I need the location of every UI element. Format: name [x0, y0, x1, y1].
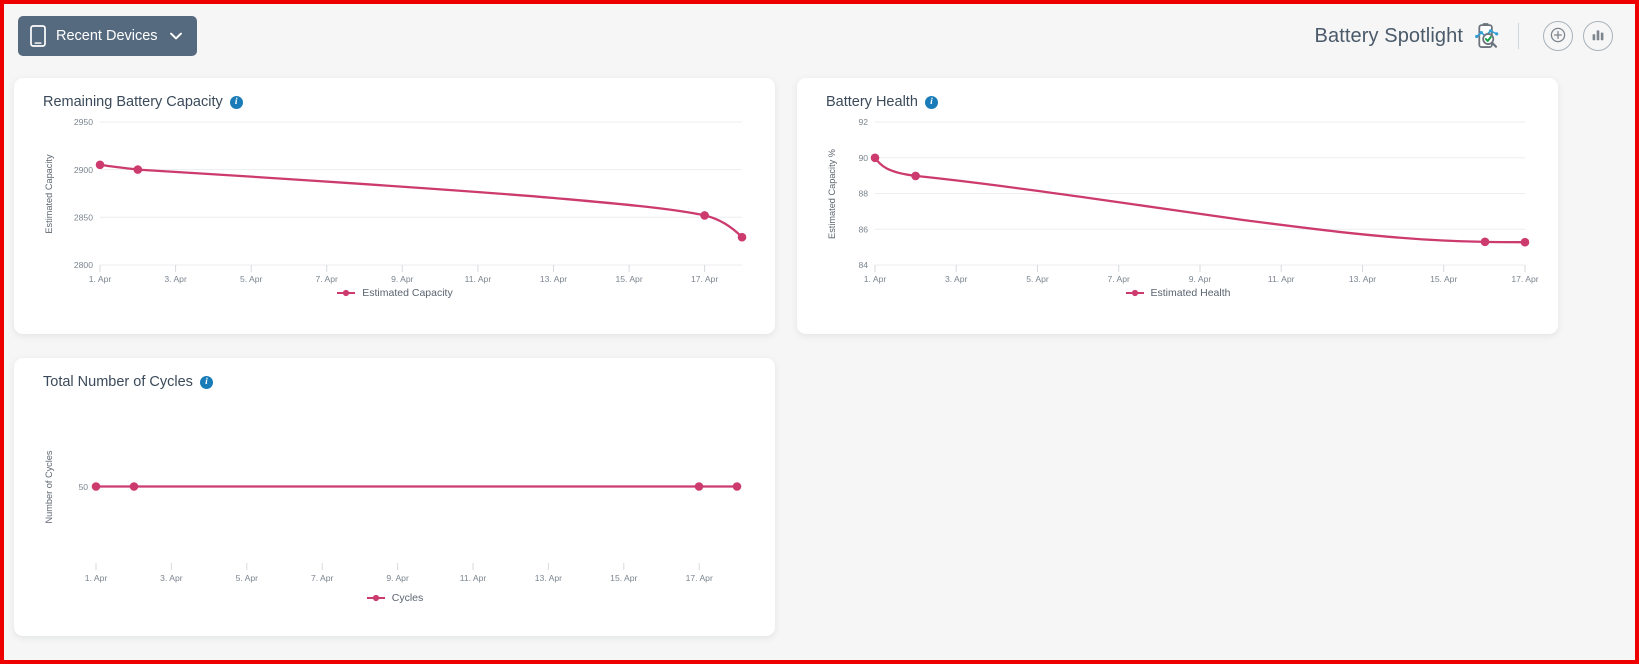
board-row-1: Remaining Battery Capacity i 2950 2900 2…	[14, 78, 1625, 334]
svg-text:2900: 2900	[74, 165, 93, 175]
svg-text:92: 92	[858, 117, 868, 127]
svg-text:7. Apr: 7. Apr	[1107, 274, 1130, 284]
svg-text:11. Apr: 11. Apr	[460, 573, 487, 583]
svg-text:90: 90	[858, 153, 868, 163]
svg-text:11. Apr: 11. Apr	[465, 274, 492, 284]
svg-text:17. Apr: 17. Apr	[686, 573, 713, 583]
data-point	[700, 211, 709, 220]
svg-text:3. Apr: 3. Apr	[164, 274, 187, 284]
svg-text:17. Apr: 17. Apr	[1511, 274, 1538, 284]
chart-battery-health: 92 90 88 86 84 Estimated Capacity % 1. A…	[813, 110, 1542, 285]
svg-text:50: 50	[78, 482, 88, 492]
legend-label: Estimated Capacity	[362, 287, 453, 299]
svg-text:15. Apr: 15. Apr	[610, 573, 637, 583]
svg-text:9. Apr: 9. Apr	[1189, 274, 1212, 284]
bar-chart-button[interactable]	[1583, 21, 1613, 51]
svg-text:3. Apr: 3. Apr	[945, 274, 968, 284]
data-point	[732, 482, 742, 491]
toolbar-divider	[1518, 23, 1519, 49]
add-circle-icon	[1549, 26, 1567, 47]
svg-text:5. Apr: 5. Apr	[240, 274, 263, 284]
bar-chart-icon	[1589, 26, 1607, 47]
card-title: Battery Health	[826, 94, 918, 110]
svg-text:5. Apr: 5. Apr	[1026, 274, 1049, 284]
app-screen: Recent Devices Battery Spotlight Remaini…	[0, 0, 1639, 664]
legend-marker	[366, 593, 386, 603]
svg-text:17. Apr: 17. Apr	[691, 274, 718, 284]
svg-text:15. Apr: 15. Apr	[1430, 274, 1457, 284]
card-title: Remaining Battery Capacity	[43, 94, 223, 110]
board-row-2: Total Number of Cycles i 50 Number of Cy…	[14, 358, 1625, 636]
svg-text:2950: 2950	[74, 117, 93, 127]
card-title: Total Number of Cycles	[43, 374, 193, 390]
svg-text:11. Apr: 11. Apr	[1268, 274, 1295, 284]
chart-legend: Estimated Capacity	[30, 287, 759, 299]
info-icon[interactable]: i	[199, 375, 213, 389]
svg-text:84: 84	[858, 260, 868, 270]
chart-remaining-battery-capacity: 2950 2900 2850 2800 Estimated Capacity 1…	[30, 110, 759, 285]
legend-label: Estimated Health	[1150, 287, 1231, 299]
chart-legend: Cycles	[30, 592, 759, 604]
data-point	[133, 165, 143, 174]
info-icon[interactable]: i	[229, 95, 243, 109]
capacity-plot-svg: 2950 2900 2850 2800 Estimated Capacity 1…	[44, 117, 747, 284]
svg-text:88: 88	[858, 189, 868, 199]
svg-text:3. Apr: 3. Apr	[160, 573, 183, 583]
svg-text:2800: 2800	[74, 260, 93, 270]
svg-text:Number of Cycles: Number of Cycles	[44, 450, 54, 523]
data-point	[95, 160, 105, 170]
card-remaining-battery-capacity: Remaining Battery Capacity i 2950 2900 2…	[14, 78, 775, 334]
data-point	[911, 171, 920, 181]
svg-text:7. Apr: 7. Apr	[311, 573, 334, 583]
cycles-plot-svg: 50 Number of Cycles 1. Apr 3. Apr 5. Apr…	[44, 450, 742, 583]
chart-legend: Estimated Health	[813, 287, 1542, 299]
card-battery-health: Battery Health i 92 90 88 86 84 Estimate…	[797, 78, 1558, 334]
data-point	[737, 232, 747, 242]
legend-marker	[1125, 288, 1145, 298]
top-bar-right: Battery Spotlight	[1315, 21, 1613, 51]
data-point	[91, 482, 101, 491]
info-icon[interactable]: i	[924, 95, 938, 109]
svg-text:7. Apr: 7. Apr	[315, 274, 338, 284]
page-title: Battery Spotlight	[1314, 24, 1463, 47]
data-point	[1520, 237, 1530, 247]
recent-devices-label: Recent Devices	[56, 28, 158, 44]
card-total-number-of-cycles: Total Number of Cycles i 50 Number of Cy…	[14, 358, 775, 636]
svg-text:1. Apr: 1. Apr	[864, 274, 887, 284]
svg-text:13. Apr: 13. Apr	[1349, 274, 1376, 284]
legend-label: Cycles	[391, 592, 424, 604]
data-point	[694, 482, 704, 491]
data-point	[1480, 237, 1490, 247]
card-title-row: Total Number of Cycles i	[43, 374, 759, 390]
data-point	[129, 482, 139, 491]
data-point	[870, 153, 880, 163]
recent-devices-button[interactable]: Recent Devices	[18, 16, 197, 56]
svg-text:2850: 2850	[74, 213, 93, 223]
dashboard-board: Remaining Battery Capacity i 2950 2900 2…	[4, 68, 1635, 636]
svg-text:15. Apr: 15. Apr	[615, 274, 642, 284]
svg-text:Estimated Capacity %: Estimated Capacity %	[827, 149, 837, 239]
svg-text:1. Apr: 1. Apr	[89, 274, 112, 284]
legend-marker	[336, 288, 356, 298]
svg-text:13. Apr: 13. Apr	[540, 274, 567, 284]
chart-total-number-of-cycles: 50 Number of Cycles 1. Apr 3. Apr 5. Apr…	[30, 390, 759, 590]
svg-text:9. Apr: 9. Apr	[386, 573, 409, 583]
card-title-row: Remaining Battery Capacity i	[43, 94, 759, 110]
battery-magnifier-icon	[1472, 21, 1502, 51]
svg-text:86: 86	[858, 225, 868, 235]
chevron-down-icon	[169, 29, 182, 43]
top-bar: Recent Devices Battery Spotlight	[4, 4, 1635, 68]
health-plot-svg: 92 90 88 86 84 Estimated Capacity % 1. A…	[827, 117, 1539, 284]
svg-text:1. Apr: 1. Apr	[85, 573, 108, 583]
capacity-line	[98, 163, 744, 239]
svg-text:Estimated Capacity: Estimated Capacity	[44, 154, 54, 234]
svg-text:13. Apr: 13. Apr	[535, 573, 562, 583]
card-title-row: Battery Health i	[826, 94, 1542, 110]
add-circle-button[interactable]	[1543, 21, 1573, 51]
svg-text:9. Apr: 9. Apr	[391, 274, 414, 284]
svg-text:5. Apr: 5. Apr	[236, 573, 259, 583]
tablet-icon	[30, 25, 46, 47]
